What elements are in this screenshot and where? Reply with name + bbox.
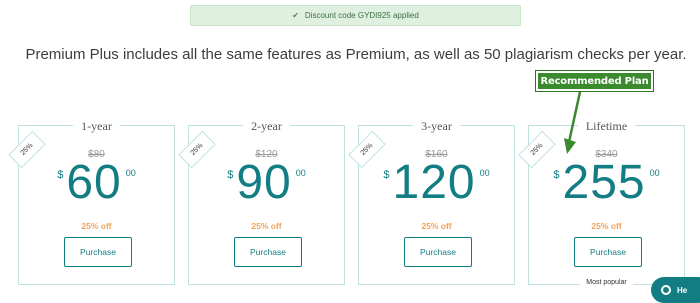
currency-symbol: $ [57,169,64,181]
most-popular-badge: Most popular [580,279,633,286]
price: $ 255 00 [529,157,684,209]
plan-title: Lifetime [577,119,636,133]
price-cents: 00 [649,168,660,178]
plan-title: 3-year [413,119,460,133]
plan-card-lifetime: Lifetime 25% $340 $ 255 00 25% off Purch… [518,119,685,286]
arrow-down-icon [564,91,582,154]
price-cents: 00 [295,168,306,178]
currency-symbol: $ [553,169,560,181]
recommended-plan-label: Recommended Plan [535,70,654,92]
chat-icon [661,285,671,295]
discount-notice: ✔ Discount code GYDI925 applied [190,5,521,26]
check-icon: ✔ [292,11,299,20]
discount-label: 25% off [251,221,282,231]
plan-card-3-year: 3-year 25% $160 $ 120 00 25% off Purchas… [348,119,515,285]
price: $ 120 00 [359,157,514,209]
price: $ 90 00 [189,157,344,209]
purchase-button-2-year[interactable]: Purchase [234,237,302,267]
discount-label: 25% off [81,221,112,231]
discount-label: 25% off [421,221,452,231]
plan-card-2-year: 2-year 25% $120 $ 90 00 25% off Purchase [178,119,345,285]
price-amount: 60 [66,156,122,209]
purchase-button-3-year[interactable]: Purchase [404,237,472,267]
price: $ 60 00 [19,157,174,209]
help-button-label: He [677,285,688,295]
discount-notice-text: Discount code GYDI925 applied [304,11,419,20]
price-amount: 255 [562,156,646,209]
purchase-button-1-year[interactable]: Purchase [64,237,132,267]
plan-card-1-year: 1-year 25% $80 $ 60 00 25% off Purchase [8,119,175,285]
price-cents: 00 [479,168,490,178]
price-amount: 120 [392,156,476,209]
plan-title: 2-year [243,119,290,133]
plan-description: Premium Plus includes all the same featu… [25,46,687,63]
purchase-button-lifetime[interactable]: Purchase [574,237,642,267]
plan-title: 1-year [73,119,120,133]
help-button[interactable]: He [651,277,700,303]
price-amount: 90 [236,156,292,209]
currency-symbol: $ [227,169,234,181]
currency-symbol: $ [383,169,390,181]
price-cents: 00 [125,168,136,178]
discount-label: 25% off [591,221,622,231]
